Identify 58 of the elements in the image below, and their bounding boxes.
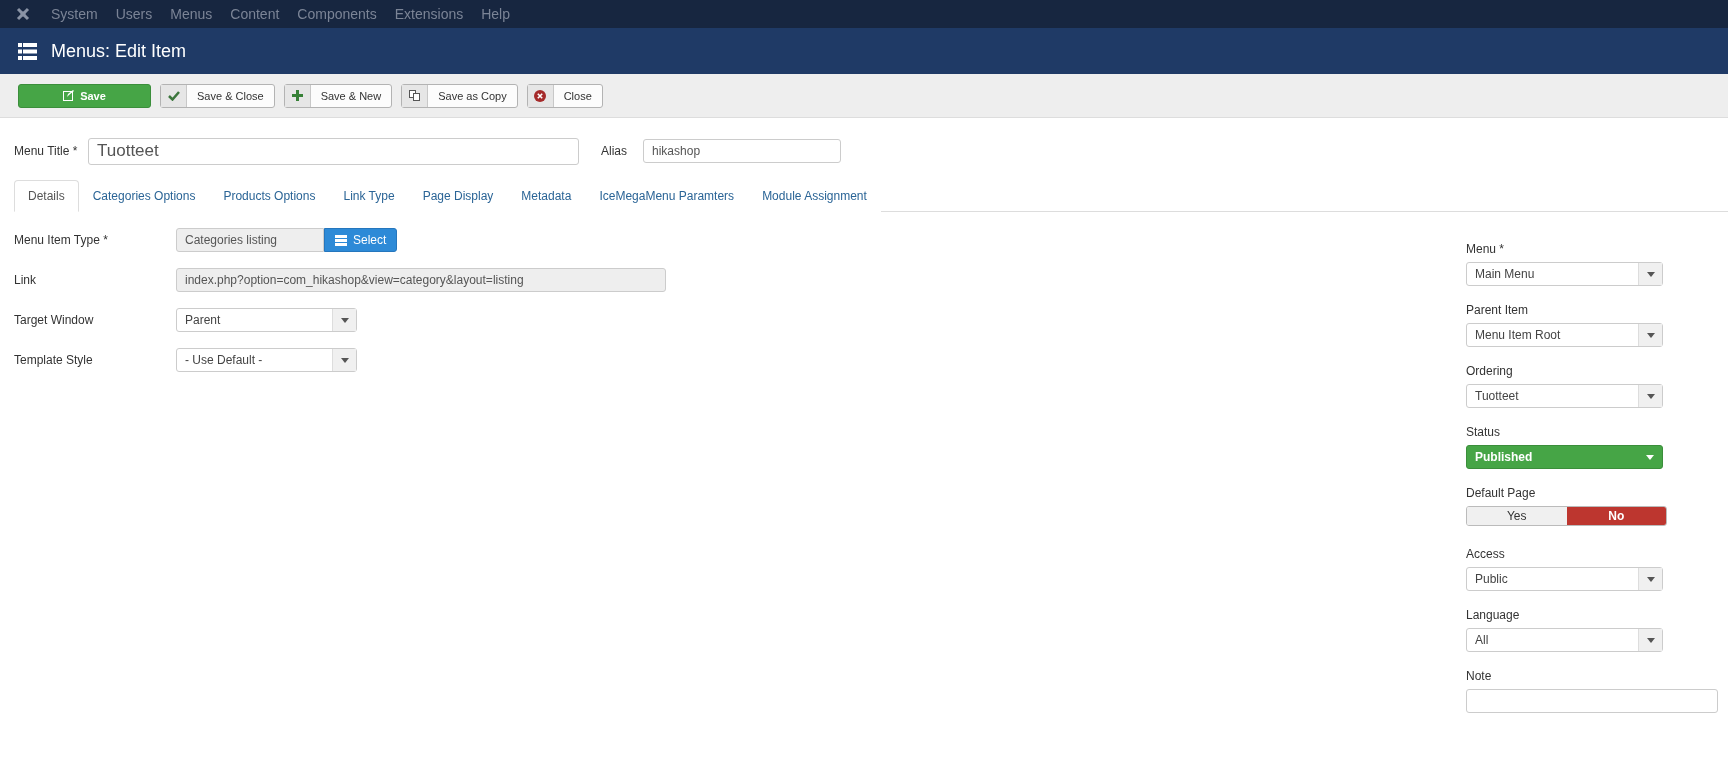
field-label: Target Window xyxy=(14,313,95,327)
caret-icon xyxy=(1646,576,1655,582)
tab[interactable]: Details xyxy=(14,180,79,212)
menu-item[interactable]: Menus xyxy=(161,6,222,22)
field-label: Menu Title * xyxy=(14,144,79,158)
menu-item[interactable]: Content xyxy=(221,6,289,22)
menu-title-field[interactable]: Tuotteet xyxy=(88,137,579,165)
caret-icon xyxy=(1646,271,1655,277)
field-label: Status xyxy=(1466,425,1502,439)
dropdown[interactable]: All xyxy=(1466,628,1663,652)
dropdown[interactable]: - Use Default - xyxy=(176,348,357,372)
copy-icon xyxy=(409,90,421,101)
caret-icon xyxy=(1646,332,1655,338)
toolbar-button[interactable]: Save & New xyxy=(283,83,393,108)
caret-icon xyxy=(1646,454,1654,460)
toggle-option[interactable]: No xyxy=(1566,507,1666,525)
caret-icon xyxy=(1646,393,1655,399)
list-icon xyxy=(335,234,347,246)
caret-icon xyxy=(340,357,349,363)
field-label: Language xyxy=(1466,608,1521,622)
close-icon xyxy=(534,89,547,102)
page-title: Menus: Edit Item xyxy=(51,40,187,62)
check-icon xyxy=(167,90,180,101)
edit-icon xyxy=(63,90,75,101)
field-label: Access xyxy=(1466,547,1506,561)
toggle-option[interactable]: Yes xyxy=(1467,507,1567,525)
dropdown[interactable]: Main Menu xyxy=(1466,262,1663,286)
toolbar-button[interactable]: Close xyxy=(526,83,603,108)
field-label: Template Style xyxy=(14,353,94,367)
field-label: Ordering xyxy=(1466,364,1514,378)
field-label: Menu * xyxy=(1466,242,1506,256)
menu-item[interactable]: Components xyxy=(288,6,386,22)
field-label: Menu Item Type * xyxy=(14,233,109,247)
dropdown[interactable]: Public xyxy=(1466,567,1663,591)
menu-item[interactable]: Extensions xyxy=(385,6,473,22)
toolbar-button[interactable]: Save & Close xyxy=(160,83,275,108)
plus-icon xyxy=(291,90,303,101)
menu-item[interactable]: System xyxy=(42,6,107,22)
dropdown[interactable]: Tuotteet xyxy=(1466,384,1663,408)
field-label: Default Page xyxy=(1466,486,1537,500)
caret-icon xyxy=(1646,637,1655,643)
list-icon xyxy=(18,42,37,60)
field-label: Parent Item xyxy=(1466,303,1530,317)
menu-item[interactable]: Users xyxy=(106,6,162,22)
logo-icon xyxy=(16,7,30,21)
field-label: Link xyxy=(14,273,37,287)
caret-icon xyxy=(340,317,349,323)
menu-item-type-field: Categories listing xyxy=(176,228,324,252)
field-label: Alias xyxy=(601,144,627,158)
alias-field[interactable]: hikashop xyxy=(643,139,841,163)
link-field: index.php?option=com_hikashop&view=category&layout=listing xyxy=(176,268,666,292)
menu-item[interactable]: Help xyxy=(472,6,519,22)
field-label: Note xyxy=(1466,669,1493,683)
toolbar-button[interactable]: Save as Copy xyxy=(401,83,518,108)
note-field[interactable] xyxy=(1466,689,1718,713)
select-button[interactable]: Select xyxy=(324,228,398,252)
dropdown[interactable]: Menu Item Root xyxy=(1466,323,1663,347)
dropdown[interactable]: Parent xyxy=(176,308,357,332)
